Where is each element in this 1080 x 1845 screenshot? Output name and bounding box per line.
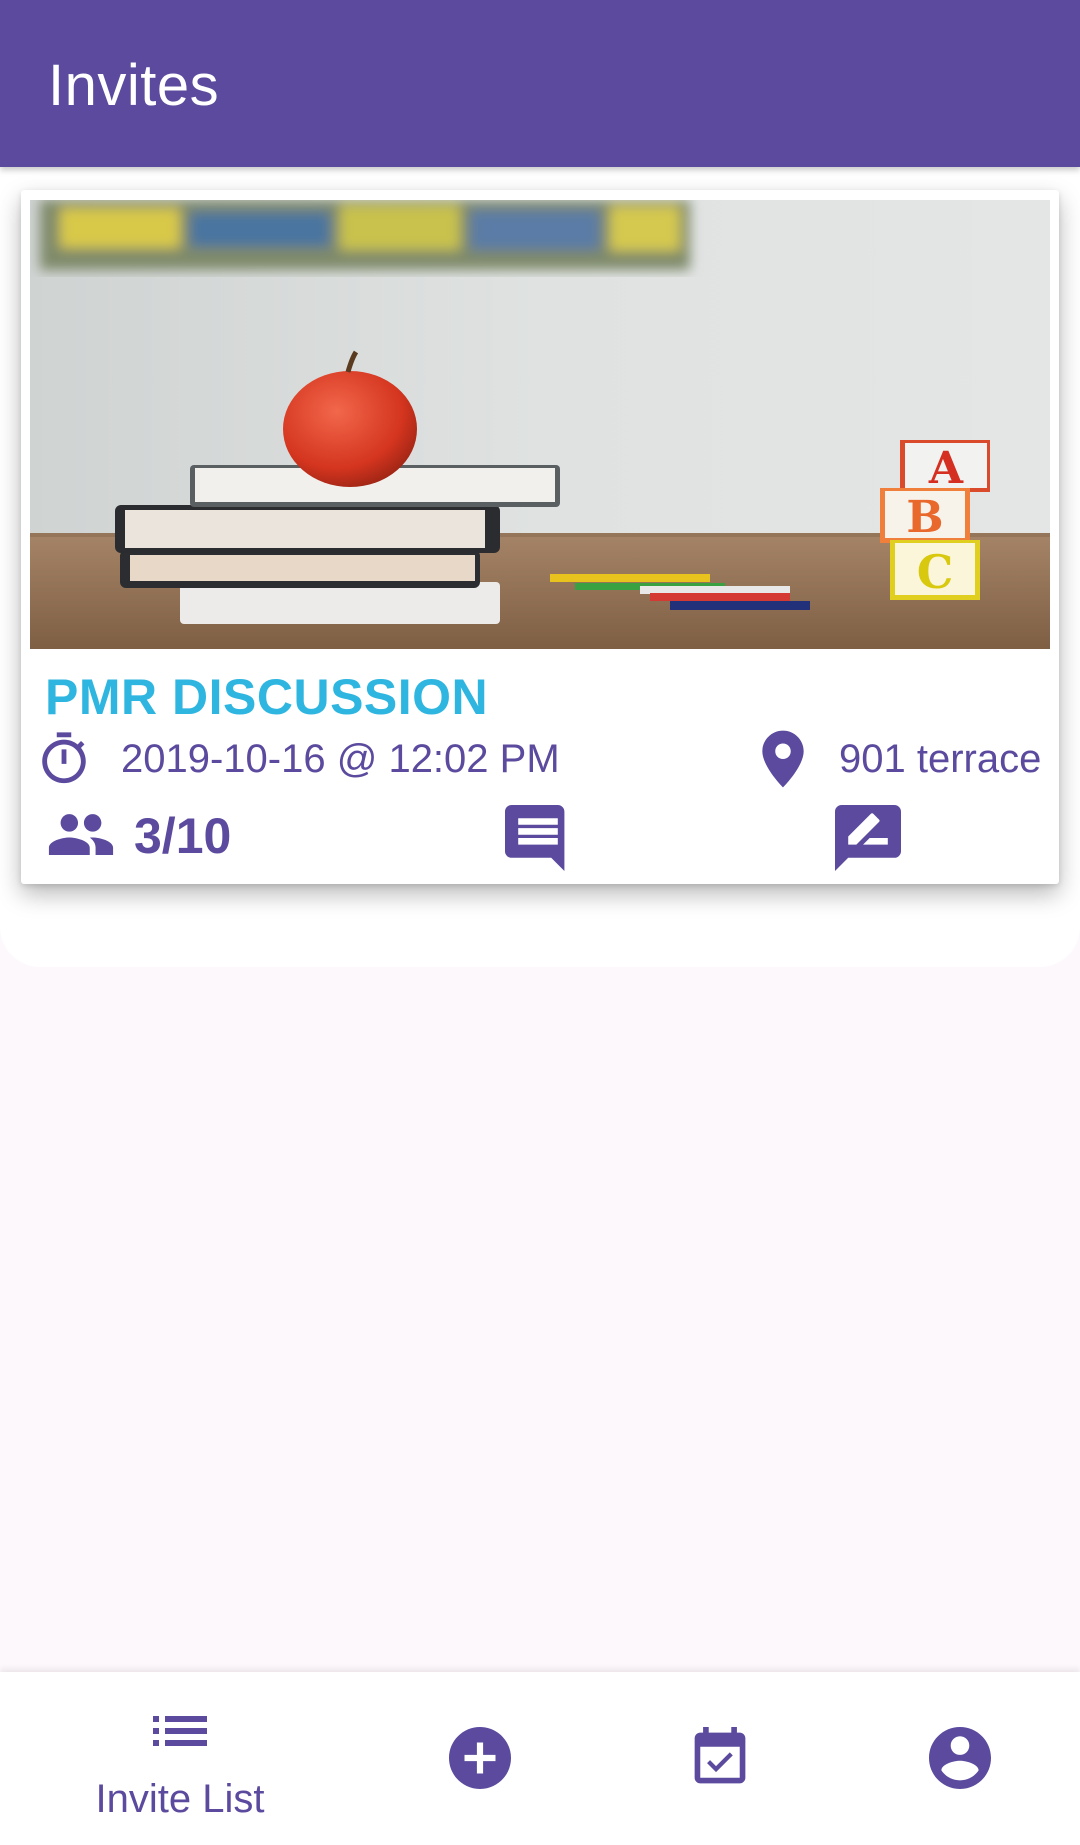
app-screen: Invites A B C PMR DISCUSSION 2019-10-16 … bbox=[0, 0, 1080, 1845]
account-circle-icon bbox=[929, 1727, 991, 1789]
location-pin-icon bbox=[757, 728, 809, 790]
chat-button[interactable] bbox=[505, 805, 571, 871]
invite-card[interactable]: A B C PMR DISCUSSION 2019-10-16 @ 12:02 … bbox=[21, 190, 1059, 884]
invite-title: PMR DISCUSSION bbox=[45, 669, 489, 725]
nav-calendar[interactable] bbox=[585, 1672, 855, 1845]
chat-icon bbox=[505, 805, 571, 871]
nav-invite-list-label: Invite List bbox=[95, 1777, 265, 1821]
add-circle-icon bbox=[449, 1727, 511, 1789]
timer-icon bbox=[35, 728, 93, 790]
rate-review-icon bbox=[835, 805, 901, 871]
event-available-icon bbox=[691, 1727, 749, 1789]
rate-review-button[interactable] bbox=[835, 805, 901, 871]
nav-create-invite[interactable] bbox=[345, 1672, 615, 1845]
app-bar: Invites bbox=[0, 0, 1080, 167]
invite-date-text: 2019-10-16 @ 12:02 PM bbox=[121, 736, 560, 781]
svg-text:A: A bbox=[928, 443, 964, 494]
svg-text:B: B bbox=[906, 492, 943, 543]
nav-profile[interactable] bbox=[825, 1672, 1080, 1845]
invite-location-text: 901 terrace bbox=[839, 736, 1042, 781]
page-title: Invites bbox=[48, 53, 220, 118]
people-icon bbox=[46, 811, 116, 861]
attendance-count: 3/10 bbox=[134, 808, 232, 864]
svg-text:C: C bbox=[917, 545, 954, 599]
invite-datetime: 2019-10-16 @ 12:02 PM bbox=[35, 728, 560, 790]
invite-location: 901 terrace bbox=[757, 728, 1041, 790]
nav-invite-list[interactable]: Invite List bbox=[45, 1672, 315, 1845]
invite-attendance: 3/10 bbox=[46, 807, 231, 865]
invite-cover-image: A B C bbox=[30, 200, 1050, 649]
bottom-navigation: Invite List bbox=[0, 1672, 1080, 1845]
list-icon bbox=[151, 1710, 209, 1752]
